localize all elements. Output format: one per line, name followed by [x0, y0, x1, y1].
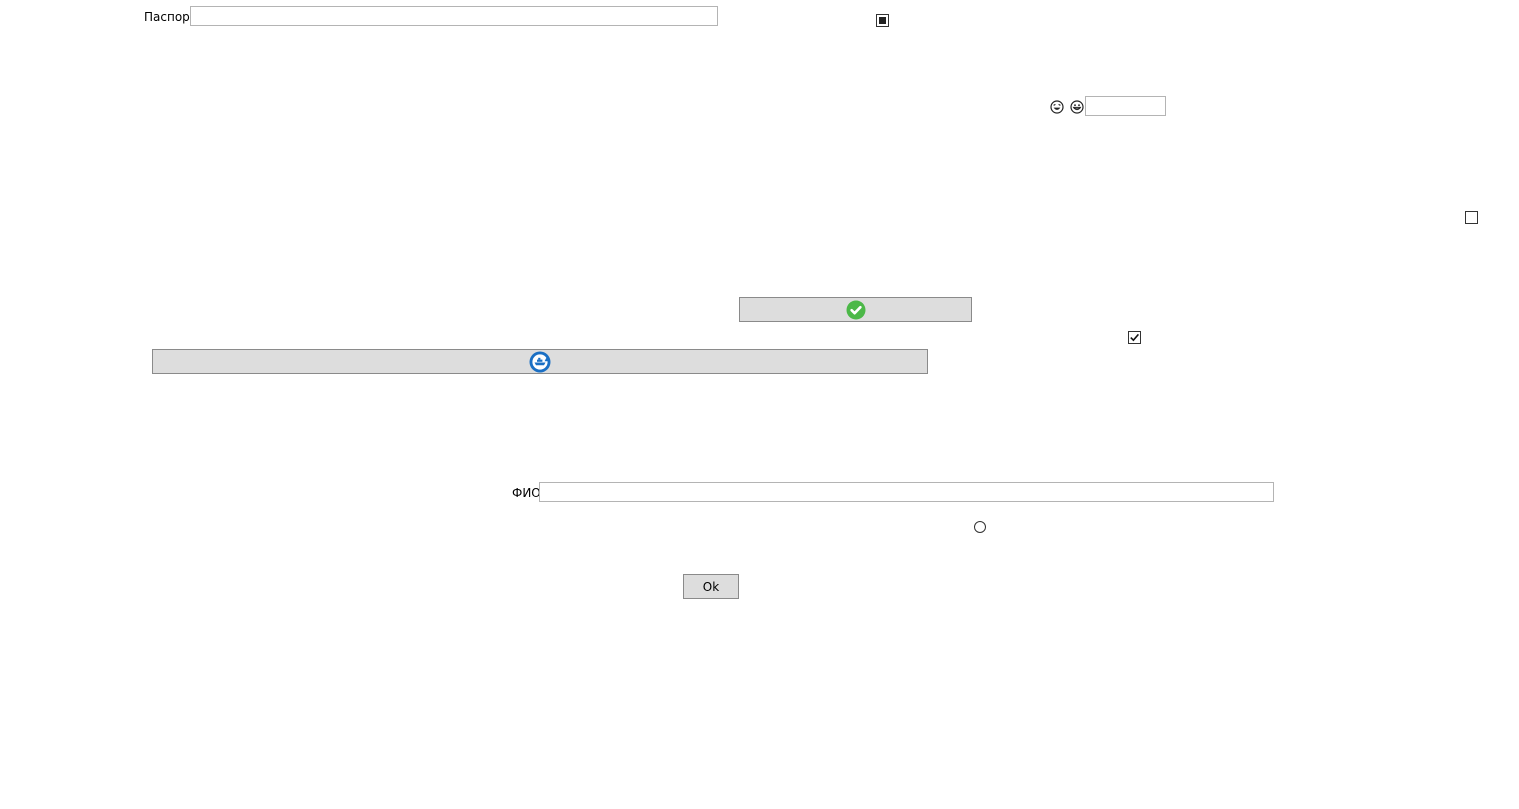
checkmark-icon — [1130, 333, 1140, 342]
unchecked-checkbox[interactable] — [1465, 211, 1478, 224]
passport-label: Паспорт — [144, 10, 197, 24]
ok-button[interactable]: Ok — [683, 574, 739, 599]
ok-button-label: Ok — [702, 579, 720, 594]
refresh-button[interactable] — [152, 349, 928, 374]
green-check-icon — [846, 300, 865, 319]
fio-label: ФИО — [512, 486, 541, 500]
radio-button[interactable] — [974, 521, 986, 533]
fio-input[interactable] — [539, 482, 1274, 502]
checked-checkbox[interactable] — [1128, 331, 1141, 344]
indeterminate-checkbox[interactable] — [876, 14, 889, 27]
confirm-button[interactable] — [739, 297, 972, 322]
blue-ship-refresh-icon — [529, 351, 551, 372]
indeterminate-mark — [879, 17, 886, 24]
passport-input[interactable] — [190, 6, 718, 26]
laughing-face-icon — [1050, 100, 1064, 114]
emoji-input[interactable] — [1085, 96, 1166, 116]
grinning-face-icon — [1070, 100, 1084, 114]
